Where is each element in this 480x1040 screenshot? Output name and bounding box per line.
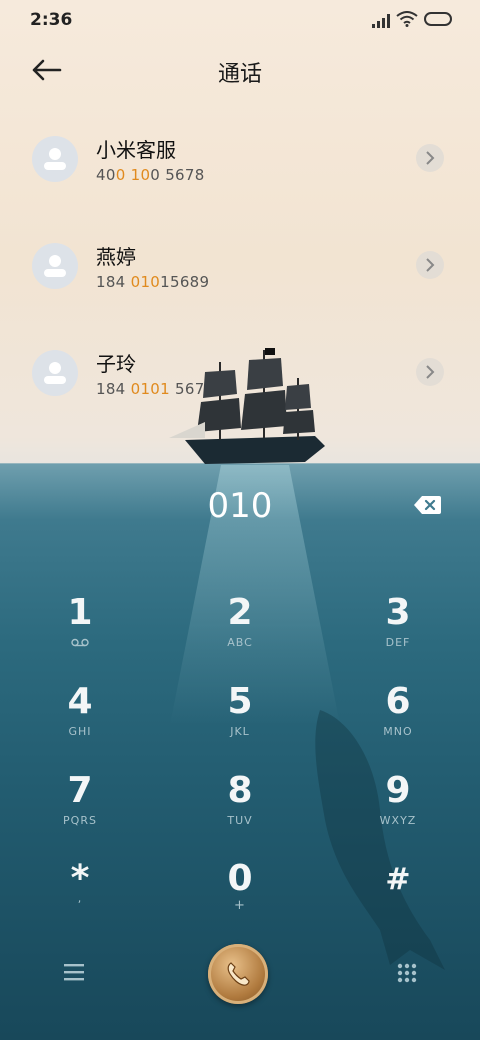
signal-icon [372, 14, 390, 28]
key-7[interactable]: 7 PQRS [30, 770, 130, 840]
ship-illustration [169, 348, 325, 464]
key-3[interactable]: 3 DEF [348, 592, 448, 662]
chevron-right-icon [426, 258, 435, 272]
call-button[interactable] [208, 944, 268, 1004]
keypad-icon[interactable] [396, 962, 418, 984]
header: 通话 [0, 44, 480, 96]
contact-number: 400 100 5678 [96, 166, 205, 184]
chevron-right-icon [426, 151, 435, 165]
contact-row[interactable]: 燕婷 184 01015689 [0, 235, 480, 315]
key-6[interactable]: 6 MNO [348, 681, 448, 751]
avatar-icon [44, 362, 66, 384]
backspace-icon[interactable] [413, 495, 441, 515]
key-8[interactable]: 8 TUV [190, 770, 290, 840]
avatar [32, 243, 78, 289]
chevron-right-icon [426, 365, 435, 379]
contact-name: 燕婷 [96, 245, 136, 269]
clock: 2:36 [30, 10, 73, 30]
battery-icon [424, 12, 452, 26]
key-5[interactable]: 5 JKL [190, 681, 290, 751]
key-2[interactable]: 2 ABC [190, 592, 290, 662]
menu-icon[interactable] [62, 962, 86, 982]
contact-detail-button[interactable] [416, 358, 444, 386]
key-0[interactable]: 0 + [190, 858, 290, 928]
call-icon [227, 962, 250, 986]
contact-detail-button[interactable] [416, 251, 444, 279]
avatar-icon [44, 148, 66, 170]
page-title: 通话 [217, 62, 262, 87]
voicemail-icon [71, 638, 89, 647]
key-4[interactable]: 4 GHI [30, 681, 130, 751]
key-star[interactable]: *, [30, 858, 130, 928]
contact-detail-button[interactable] [416, 144, 444, 172]
status-bar: 2:36 [0, 0, 480, 40]
avatar-icon [44, 255, 66, 277]
contact-row[interactable]: 小米客服 400 100 5678 [0, 128, 480, 208]
key-hash[interactable]: # [348, 858, 448, 928]
avatar [32, 350, 78, 396]
wifi-icon [396, 11, 418, 27]
contact-name: 子玲 [96, 352, 136, 376]
key-1[interactable]: 1 [30, 592, 130, 662]
key-9[interactable]: 9 WXYZ [348, 770, 448, 840]
avatar [32, 136, 78, 182]
contact-number: 184 01015689 [96, 273, 210, 291]
dialed-number: 010 [207, 486, 273, 526]
contact-name: 小米客服 [96, 138, 176, 162]
